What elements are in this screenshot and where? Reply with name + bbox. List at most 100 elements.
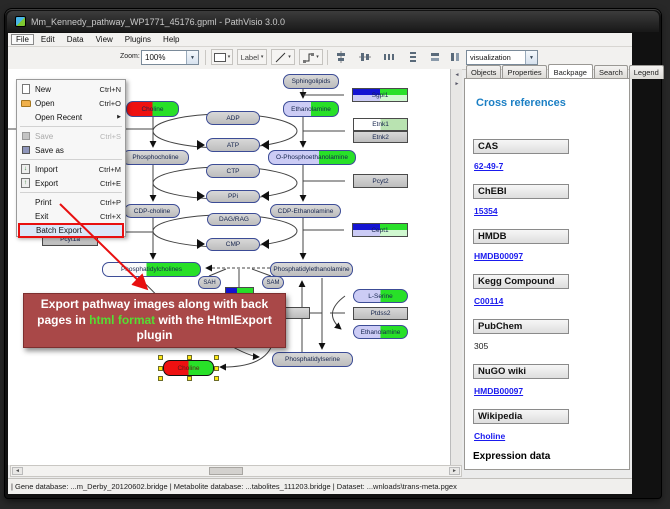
scroll-left-icon[interactable]: ◄ — [12, 467, 23, 475]
distribute-vertical-icon — [407, 51, 419, 63]
menu-plugins[interactable]: Plugins — [120, 34, 156, 45]
common-width-button[interactable] — [426, 49, 444, 65]
annotation-callout: Export pathway images along with back pa… — [23, 293, 286, 348]
node-phosphatidylethanolamine[interactable]: Phosphatidylethanolamine — [270, 262, 353, 277]
menu-item-new[interactable]: New Ctrl+N — [17, 82, 125, 96]
link-nugo[interactable]: HMDB00097 — [474, 386, 523, 396]
menu-help[interactable]: Help — [158, 34, 184, 45]
menu-data[interactable]: Data — [62, 34, 89, 45]
selection-handle[interactable] — [158, 366, 163, 371]
caret-down-icon[interactable]: ▼ — [186, 51, 198, 64]
node-cdp-choline[interactable]: CDP-choline — [124, 204, 180, 218]
section-header-pubchem: PubChem — [473, 319, 569, 334]
canvas-splitter[interactable]: ◄ ► — [450, 69, 462, 465]
selection-handle[interactable] — [158, 376, 163, 381]
node-choline-selected[interactable]: Choline — [163, 360, 214, 376]
common-height-button[interactable] — [446, 49, 464, 65]
new-file-icon — [20, 84, 31, 94]
link-wikipedia[interactable]: Choline — [474, 431, 505, 441]
selection-handle[interactable] — [214, 366, 219, 371]
link-cas[interactable]: 62-49-7 — [474, 161, 503, 171]
node-adp[interactable]: ADP — [206, 111, 260, 125]
screenshot: Mm_Kennedy_pathway_WP1771_45176.gpml - P… — [0, 0, 670, 509]
expression-data-label: Expression data — [473, 451, 550, 462]
align-middle-button[interactable] — [356, 49, 374, 65]
link-chebi[interactable]: 15354 — [474, 206, 498, 216]
menu-item-import[interactable]: ↓ Import Ctrl+M — [17, 162, 125, 176]
scroll-right-icon[interactable]: ► — [449, 467, 460, 475]
file-menu: New Ctrl+N Open Ctrl+O Open Recent ▶ Sav… — [16, 79, 126, 237]
node-pcyt2[interactable]: Pcyt2 — [353, 174, 408, 188]
node-cmp[interactable]: CMP — [206, 238, 260, 251]
node-sah[interactable]: SAH — [198, 276, 221, 289]
label-tool-button[interactable]: Label ▾ — [237, 49, 267, 65]
menu-item-print[interactable]: Print Ctrl+P — [17, 195, 125, 209]
caret-small-icon: ▾ — [316, 54, 319, 60]
distribute-vertical-button[interactable] — [404, 49, 422, 65]
node-ppi[interactable]: PPi — [206, 190, 260, 203]
menu-edit[interactable]: Edit — [36, 34, 60, 45]
menu-item-open[interactable]: Open Ctrl+O — [17, 96, 125, 110]
node-choline[interactable]: Choline — [126, 101, 179, 117]
node-dag[interactable]: DAG/RAG — [207, 213, 261, 226]
node-ethanolamine-bottom[interactable]: Ethanolamine — [353, 325, 408, 339]
title-bar[interactable]: Mm_Kennedy_pathway_WP1771_45176.gpml - P… — [7, 11, 659, 32]
selection-handle[interactable] — [214, 355, 219, 360]
node-cdp-ethanolamine[interactable]: CDP-Ethanolamine — [270, 204, 341, 218]
align-center-button[interactable] — [332, 49, 350, 65]
menu-file[interactable]: File — [11, 34, 34, 45]
selection-handle[interactable] — [158, 355, 163, 360]
node-o-phosphoethanolamine[interactable]: O-Phosphoethanolamine — [268, 150, 356, 165]
link-hmdb[interactable]: HMDB00097 — [474, 251, 523, 261]
link-kegg[interactable]: C00114 — [474, 296, 503, 306]
section-header-kegg: Kegg Compound — [473, 274, 569, 289]
node-phosphatidylcholines[interactable]: Phosphatidylcholines — [102, 262, 201, 277]
menu-item-save-as[interactable]: Save as — [17, 143, 125, 157]
tab-legend[interactable]: Legend — [629, 65, 664, 79]
line-tool-button[interactable]: ▾ — [271, 49, 295, 65]
node-ptdss2[interactable]: Ptdss2 — [353, 307, 408, 320]
datanode-tool-button[interactable]: ▾ — [211, 49, 233, 65]
status-bar: | Gene database: ...m_Derby_20120602.bri… — [8, 478, 632, 494]
selection-handle[interactable] — [187, 376, 192, 381]
node-phosphatidylserine[interactable]: Phosphatidylserine — [272, 352, 353, 367]
menu-item-save[interactable]: Save Ctrl+S — [17, 129, 125, 143]
collapse-left-icon[interactable]: ◄ — [453, 71, 461, 79]
selection-handle[interactable] — [214, 376, 219, 381]
window-content: File Edit Data View Plugins Help Zoom: 1… — [8, 33, 632, 494]
node-phosphocholine[interactable]: Phosphocholine — [122, 150, 189, 165]
node-l-serine[interactable]: L-Serine — [353, 289, 408, 303]
node-etnk2[interactable]: Etnk2 — [353, 131, 408, 143]
node-sphingolipids[interactable]: Sphingolipids — [283, 74, 339, 89]
collapse-right-icon[interactable]: ► — [453, 80, 461, 88]
node-sgpl1[interactable]: Sgpl1 — [352, 88, 408, 102]
node-gray-box[interactable] — [284, 307, 310, 319]
caret-small-icon: ▾ — [288, 54, 291, 60]
node-cept1[interactable]: Cept1 — [352, 223, 408, 237]
tab-properties[interactable]: Properties — [502, 65, 546, 79]
menu-item-exit[interactable]: Exit Ctrl+X — [17, 209, 125, 223]
node-sam[interactable]: SAM — [262, 276, 284, 289]
node-ctp[interactable]: CTP — [206, 164, 260, 178]
distribute-horizontal-icon — [383, 51, 395, 63]
tab-objects[interactable]: Objects — [466, 65, 501, 79]
horizontal-scrollbar[interactable]: ◄ ► — [10, 465, 462, 477]
zoom-combobox[interactable]: 100% ▼ — [141, 50, 199, 65]
node-atp[interactable]: ATP — [206, 138, 260, 152]
import-icon: ↓ — [20, 164, 31, 174]
save-as-icon — [20, 145, 31, 155]
scrollbar-thumb[interactable] — [209, 467, 243, 475]
sidebar-tabs: Objects Properties Backpage Search Legen… — [464, 63, 632, 79]
selection-handle[interactable] — [187, 355, 192, 360]
distribute-horizontal-button[interactable] — [380, 49, 398, 65]
node-ethanolamine[interactable]: Ethanolamine — [283, 101, 339, 117]
menu-view[interactable]: View — [91, 34, 118, 45]
node-etnk1[interactable]: Etnk1 — [353, 118, 408, 131]
connector-tool-button[interactable]: ▾ — [299, 49, 323, 65]
align-center-icon — [335, 51, 347, 63]
tab-search[interactable]: Search — [594, 65, 628, 79]
menu-item-export[interactable]: ↑ Export Ctrl+E — [17, 176, 125, 190]
menu-item-batch-export[interactable]: Batch Export — [18, 223, 124, 238]
cross-references-heading: Cross references — [476, 97, 566, 109]
menu-item-open-recent[interactable]: Open Recent ▶ — [17, 110, 125, 124]
